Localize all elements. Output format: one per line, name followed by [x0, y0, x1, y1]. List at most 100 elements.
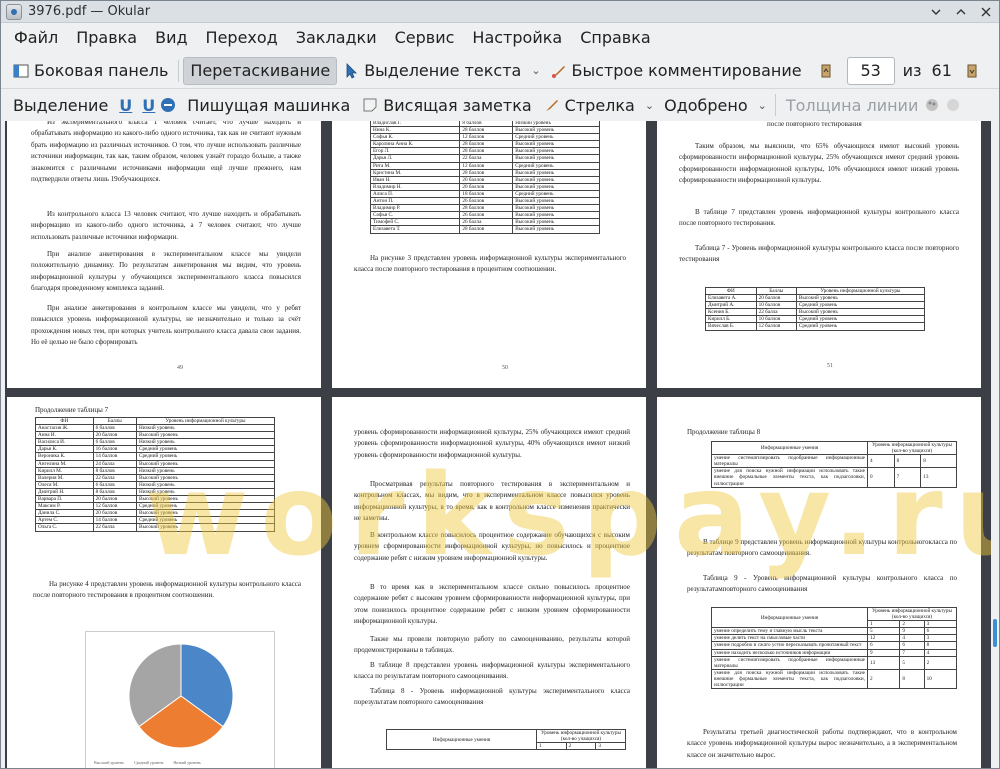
page-paragraph: При анализе анкетирования в эксперимента…: [31, 250, 301, 293]
pie-chart: Высокий уровень Средний уровень Низкий у…: [85, 631, 275, 768]
table-cell: Дмитрий Н.: [35, 487, 94, 497]
table-cell: Низкий уровень: [135, 466, 276, 475]
table-cell: Средний уровень: [135, 452, 276, 461]
chevron-down-icon[interactable]: ⌄: [645, 99, 654, 112]
scrollbar-thumb[interactable]: [993, 619, 997, 647]
sidebar-label: Боковая панель: [34, 61, 169, 80]
table-cell: 6 баллов: [92, 424, 137, 433]
page-up-icon[interactable]: [818, 63, 834, 79]
table-cell: 16 баллов: [92, 445, 137, 454]
table-row: Варвара П. 20 баллов Высокий уровень: [35, 495, 276, 504]
table-cell: 6 баллов: [92, 480, 137, 489]
color-icon[interactable]: [924, 97, 940, 113]
squiggly-underline-icon[interactable]: U: [137, 96, 160, 115]
stamp-tool-button[interactable]: Одобрено: [658, 91, 754, 119]
chevron-down-icon[interactable]: ⌄: [531, 64, 540, 77]
table-cell: Средний уровень: [512, 189, 600, 199]
underline-icon[interactable]: U: [114, 96, 137, 115]
table-cell: умение систематизировать подобранные инф…: [711, 454, 868, 469]
table-cell: Ольга С.: [35, 523, 94, 532]
table-header: Баллы: [755, 286, 797, 296]
table-header: 3: [595, 742, 626, 751]
chevron-down-icon[interactable]: ⌄: [758, 99, 767, 112]
menu-edit[interactable]: Правка: [67, 28, 146, 47]
document-view[interactable]: Из экспериментального класса 1 человек с…: [5, 121, 993, 768]
text-selection-label: Выделение текста: [364, 61, 522, 80]
menu-view[interactable]: Вид: [146, 28, 196, 47]
table-row: Елизавета А. 20 баллов Высокий уровень: [705, 294, 926, 303]
page-paragraph: Из контрольного класса 13 человек считаю…: [31, 210, 301, 241]
table-cell: 24 балла: [92, 459, 137, 468]
strikeout-icon[interactable]: [160, 97, 176, 113]
table-cell: 18 баллов: [459, 189, 514, 199]
okular-app-icon: [6, 3, 22, 20]
table-header: Баллы: [92, 416, 137, 426]
quick-comment-button[interactable]: Быстрое комментирование: [545, 57, 808, 85]
table-cell: Высокий уровень: [512, 197, 600, 206]
typewriter-button[interactable]: Пишущая машинка: [181, 91, 356, 119]
pdf-page-52: Продолжение таблицы 7 ФИ Баллы Уровень и…: [7, 397, 321, 768]
table-cell: Антон П.: [369, 197, 461, 206]
table-cell: 0: [867, 467, 895, 488]
vertical-scrollbar[interactable]: [991, 121, 999, 768]
results-table: ФИ Баллы Уровень информационной культуры…: [35, 416, 276, 532]
sidebar-icon: [13, 63, 29, 79]
table-cell: Нина К.: [369, 126, 461, 135]
self-assessment-table: Информационные умения Уровень информацио…: [711, 440, 957, 488]
table-row: умение для поиска нужной информации испо…: [711, 467, 957, 488]
table-cell: умение делить текст на смысловые части: [711, 634, 868, 643]
table-cell: 28 баллов: [459, 204, 514, 213]
sidebar-button[interactable]: Боковая панель: [7, 57, 174, 85]
page-number: 51: [827, 363, 833, 369]
table-cell: Кристина М.: [369, 168, 461, 177]
self-assessment-table: Информационные умения Уровень информацио…: [386, 728, 626, 751]
line-width-button[interactable]: Толщина линии: [780, 91, 925, 119]
arrow-tool-button[interactable]: Стрелка: [538, 91, 641, 119]
table-row: Анастасия Ж. 6 баллов Низкий уровень: [35, 424, 276, 433]
table-cell: Средний уровень: [512, 161, 600, 170]
menu-tools[interactable]: Сервис: [386, 28, 464, 47]
arrow-tool-label: Стрелка: [564, 95, 635, 115]
page-paragraph: На рисунке 4 представлен уровень информа…: [33, 580, 301, 600]
table-row: Кирилл М. 8 баллов Низкий уровень: [35, 466, 276, 475]
selection-tool-button[interactable]: Выделение: [7, 91, 114, 119]
table-header: Уровень информационной культуры (кол-во …: [867, 440, 957, 456]
text-selection-button[interactable]: Выделение текста: [337, 57, 527, 85]
legend-item: Средний уровень: [133, 760, 164, 765]
table-cell: 14 баллов: [92, 516, 137, 525]
minimize-icon[interactable]: [926, 2, 946, 22]
menu-file[interactable]: Файл: [5, 28, 67, 47]
table-row: умение находить несколько источников инф…: [711, 648, 958, 657]
close-icon[interactable]: [976, 2, 996, 22]
table-row: умение подробно и сжато устно пересказыв…: [711, 641, 958, 650]
menu-bookmarks[interactable]: Закладки: [287, 28, 386, 47]
menu-help[interactable]: Справка: [571, 28, 660, 47]
page-paragraph: уровень сформированности информационной …: [354, 428, 630, 459]
opacity-icon[interactable]: [945, 97, 961, 113]
table-cell: 4: [899, 634, 925, 643]
page-number-input[interactable]: 53: [846, 56, 895, 85]
table-header: Уровень информационной культуры: [135, 416, 276, 426]
table-cell: 22 балла: [755, 308, 797, 317]
table-cell: Высокий уровень: [795, 308, 926, 317]
table-cell: 26 баллов: [459, 211, 514, 220]
table-cell: Высокий уровень: [512, 126, 600, 135]
table-cell: Дарья Л.: [369, 154, 461, 163]
table-cell: 8: [899, 668, 925, 690]
menu-go[interactable]: Переход: [197, 28, 287, 47]
sticky-note-button[interactable]: Висящая заметка: [356, 91, 537, 119]
table-caption: Таблица 7 - Уровень информационной культ…: [679, 244, 959, 264]
drag-mode-button[interactable]: Перетаскивание: [183, 56, 338, 85]
table-header: 2: [899, 620, 925, 629]
table-row: Ольга С. 22 балла Высокий уровень: [35, 523, 276, 532]
pdf-page-49: Из экспериментального класса 1 человек с…: [7, 121, 321, 388]
menu-settings[interactable]: Настройка: [463, 28, 571, 47]
page-of-label: из: [902, 61, 922, 80]
table-cell: Высокий уровень: [512, 225, 600, 234]
page-heading: после повторного тестирования: [767, 121, 862, 128]
page-down-icon[interactable]: [964, 63, 980, 79]
chart-legend: Высокий уровень Средний уровень Низкий у…: [94, 760, 201, 765]
table-cell: Средний уровень: [135, 502, 276, 511]
table-cell: Максим Р.: [35, 502, 94, 511]
maximize-icon[interactable]: [951, 2, 971, 22]
